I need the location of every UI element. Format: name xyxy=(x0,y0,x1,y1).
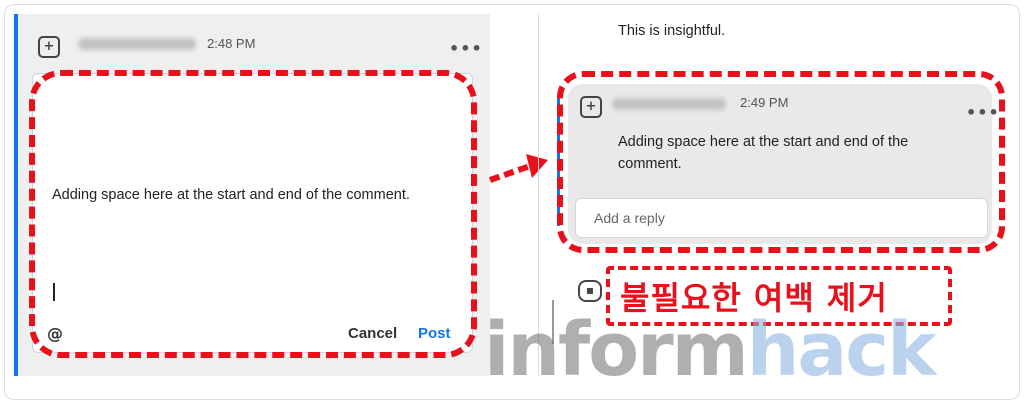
comment-time: 2:48 PM xyxy=(207,36,256,51)
highlight-box-after xyxy=(557,71,1005,253)
selection-accent-bar xyxy=(14,14,18,376)
comment-add-icon: + xyxy=(38,36,60,58)
watermark-part2: hack xyxy=(746,307,937,393)
previous-comment-text: This is insightful. xyxy=(618,23,726,39)
watermark: informhack xyxy=(484,307,937,393)
more-icon[interactable]: ••• xyxy=(449,41,483,57)
arrow-right-icon xyxy=(489,154,548,183)
comment-icon[interactable]: ▪ xyxy=(578,280,602,302)
highlight-box-before xyxy=(29,70,477,358)
author-name-blurred xyxy=(78,38,196,50)
watermark-part1: inform xyxy=(484,307,749,393)
